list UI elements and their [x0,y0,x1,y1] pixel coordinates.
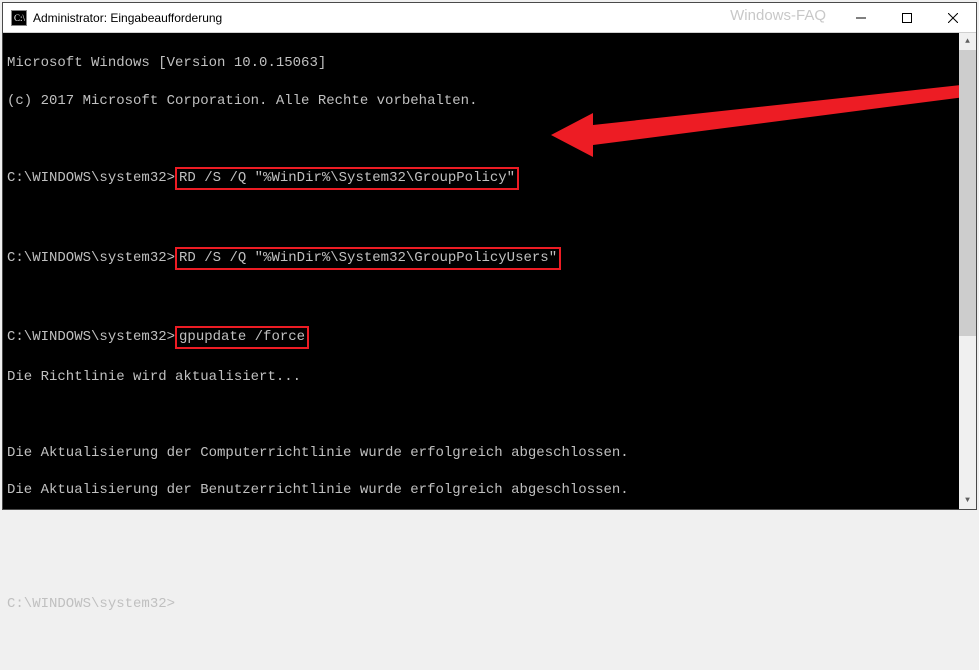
copyright-line: (c) 2017 Microsoft Corporation. Alle Rec… [7,92,972,111]
prompt: C:\WINDOWS\system32> [7,250,175,266]
close-button[interactable] [930,3,976,32]
command-prompt-window: C:\ Administrator: Eingabeaufforderung W… [2,2,977,510]
output-line: Die Richtlinie wird aktualisiert... [7,368,972,387]
scroll-down-icon[interactable]: ▼ [959,492,976,509]
cmd-icon: C:\ [11,10,27,26]
watermark-text: Windows-FAQ [730,7,826,24]
command-1: RD /S /Q "%WinDir%\System32\GroupPolicy" [175,167,519,190]
command-2: RD /S /Q "%WinDir%\System32\GroupPolicyU… [175,247,561,270]
scroll-up-icon[interactable]: ▲ [959,33,976,50]
version-line: Microsoft Windows [Version 10.0.15063] [7,54,972,73]
output-line: Die Aktualisierung der Benutzerrichtlini… [7,481,972,500]
svg-text:C:\: C:\ [14,13,26,23]
prompt: C:\WINDOWS\system32> [7,170,175,186]
minimize-button[interactable] [838,3,884,32]
terminal-output[interactable]: Microsoft Windows [Version 10.0.15063] (… [3,33,976,509]
prompt: C:\WINDOWS\system32> [7,329,175,345]
prompt: C:\WINDOWS\system32> [7,596,175,612]
vertical-scrollbar[interactable]: ▲ ▼ [959,33,976,509]
maximize-button[interactable] [884,3,930,32]
command-3: gpupdate /force [175,326,309,349]
output-line: Die Aktualisierung der Computerrichtlini… [7,444,972,463]
window-controls [838,3,976,32]
window-title: Administrator: Eingabeaufforderung [33,11,838,25]
titlebar[interactable]: C:\ Administrator: Eingabeaufforderung W… [3,3,976,33]
scrollbar-thumb[interactable] [959,50,976,336]
